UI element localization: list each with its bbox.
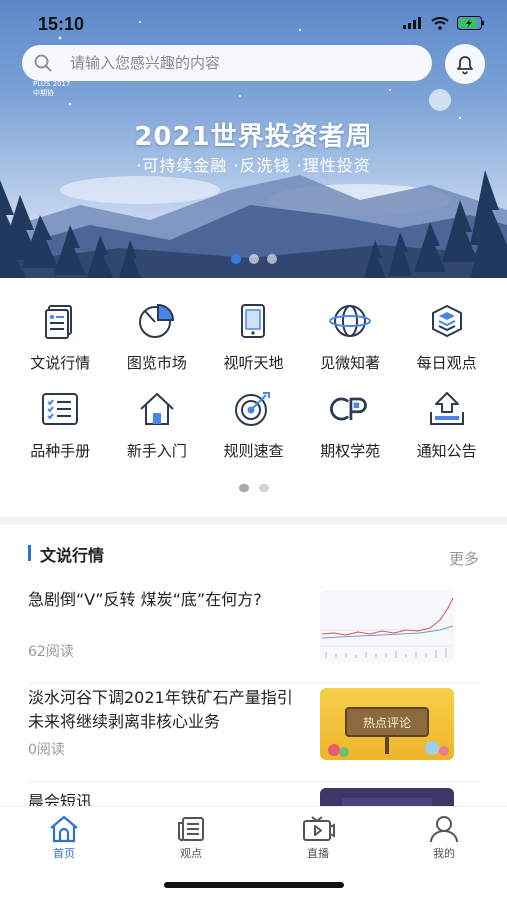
- home-icon: [140, 393, 174, 425]
- banner-dot[interactable]: [248, 254, 259, 264]
- grid-item-tongzhi[interactable]: 通知公告: [403, 388, 491, 476]
- banner-brand-line1: PLUS 2017: [33, 80, 71, 88]
- banner-title: 2021世界投资者周: [134, 122, 373, 152]
- grid-item-label: 期权学苑: [320, 442, 381, 460]
- hot-comment-thumbnail: 热点评论: [320, 688, 454, 760]
- tab-profile[interactable]: 我的: [404, 815, 484, 861]
- section-header: 文说行情 更多: [0, 540, 507, 568]
- banner-brand: PLUS 2017 中期协: [33, 80, 70, 98]
- notification-button[interactable]: [445, 44, 485, 84]
- bell-icon: [457, 56, 473, 75]
- grid-pagination: [0, 484, 507, 492]
- banner-dot[interactable]: [230, 254, 241, 264]
- news-thumbnail: 热点评论: [320, 688, 454, 760]
- banner-pagination: [0, 254, 507, 264]
- grid-item-label: 规则速查: [223, 442, 284, 460]
- news-read-count: 62阅读: [28, 644, 74, 660]
- grid-item-label: 见微知著: [320, 354, 381, 372]
- thumb-text: 热点评论: [363, 716, 411, 730]
- tab-viewpoint[interactable]: 观点: [151, 815, 231, 861]
- upload-tray-icon: [429, 392, 464, 425]
- grid-page-dot[interactable]: [258, 484, 269, 492]
- search-icon: [34, 54, 52, 72]
- tablet-icon: [241, 304, 266, 338]
- layers-icon: [431, 305, 462, 337]
- tab-label: 我的: [433, 847, 455, 860]
- banner-subtitle: ·可持续金融 ·反洗钱 ·理性投资: [136, 156, 371, 175]
- grid-item-pinzhong[interactable]: 品种手册: [16, 388, 104, 476]
- news-thumbnail: [320, 590, 454, 662]
- grid-item-label: 图览市场: [126, 354, 187, 372]
- tab-label: 观点: [180, 847, 202, 860]
- status-time: 15:10: [38, 14, 85, 34]
- grid-item-wenshuo[interactable]: 文说行情: [16, 300, 104, 388]
- feature-grid: 文说行情 图览市场 视听天地 见微知著 每日观点 品种手册 新手入门 规则速查 …: [0, 300, 507, 476]
- section-divider: [0, 517, 507, 525]
- signal-icon: [403, 17, 421, 29]
- news-read-count: 0阅读: [28, 742, 65, 758]
- status-bar: 15:10: [0, 12, 507, 40]
- cp-icon: [330, 397, 367, 421]
- grid-item-jianwei[interactable]: 见微知著: [306, 300, 394, 388]
- grid-item-meiri[interactable]: 每日观点: [403, 300, 491, 388]
- status-icons: [403, 16, 485, 30]
- home-tab-icon: [50, 815, 78, 843]
- grid-page-dot[interactable]: [238, 484, 249, 492]
- wifi-icon: [431, 16, 449, 30]
- battery-icon: [457, 16, 484, 30]
- grid-item-label: 通知公告: [416, 442, 477, 460]
- banner-dot[interactable]: [266, 254, 277, 264]
- grid-item-label: 每日观点: [416, 354, 477, 372]
- news-title: 急剧倒“V”反转 煤炭“底”在何方?: [28, 590, 262, 609]
- grid-item-label: 新手入门: [126, 442, 187, 460]
- globe-icon: [329, 305, 372, 337]
- user-icon: [430, 816, 458, 843]
- tab-live[interactable]: 直播: [278, 815, 358, 861]
- checklist-icon: [42, 393, 79, 425]
- tv-icon: [303, 816, 335, 841]
- line-chart-thumbnail: [320, 590, 454, 662]
- more-link[interactable]: 更多: [449, 548, 479, 569]
- grid-item-guize[interactable]: 规则速查: [209, 388, 297, 476]
- search-input[interactable]: [70, 54, 410, 72]
- newspaper-icon: [178, 817, 204, 842]
- news-item[interactable]: 急剧倒“V”反转 煤炭“底”在何方? 62阅读: [28, 588, 480, 684]
- section-title: 文说行情: [40, 546, 105, 565]
- tab-home[interactable]: 首页: [24, 815, 104, 861]
- tab-label: 直播: [307, 847, 329, 860]
- tab-label: 首页: [53, 847, 75, 860]
- banner-carousel[interactable]: 15:10 请输入您感兴趣的内容 PLUS 2017 中期协 2021世界投资者…: [0, 0, 507, 278]
- pie-chart-icon: [138, 303, 174, 338]
- banner-brand-line2: 中期协: [33, 89, 54, 97]
- grid-item-label: 文说行情: [30, 354, 91, 372]
- document-icon: [45, 305, 73, 339]
- search-bar[interactable]: [22, 45, 432, 81]
- grid-item-xinshou[interactable]: 新手入门: [113, 388, 201, 476]
- home-indicator: [164, 882, 344, 888]
- grid-item-label: 视听天地: [223, 354, 284, 372]
- grid-item-label: 品种手册: [30, 442, 91, 460]
- grid-item-tulan[interactable]: 图览市场: [113, 300, 201, 388]
- grid-item-shiting[interactable]: 视听天地: [209, 300, 297, 388]
- feature-grid-row: 品种手册 新手入门 规则速查 期权学苑 通知公告: [0, 388, 507, 476]
- target-icon: [235, 392, 271, 426]
- feature-grid-row: 文说行情 图览市场 视听天地 见微知著 每日观点: [0, 300, 507, 388]
- section-accent-bar: [28, 545, 31, 561]
- grid-item-qiquan[interactable]: 期权学苑: [306, 388, 394, 476]
- news-title: 淡水河谷下调2021年铁矿石产量指引 未来将继续剥离非核心业务: [28, 688, 293, 731]
- news-item[interactable]: 淡水河谷下调2021年铁矿石产量指引 未来将继续剥离非核心业务 0阅读 热点评论: [28, 686, 480, 782]
